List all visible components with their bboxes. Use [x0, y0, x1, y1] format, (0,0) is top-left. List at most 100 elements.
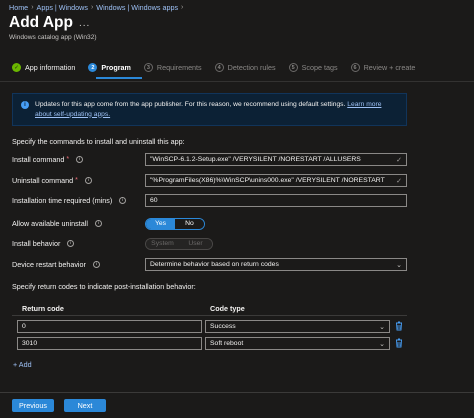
chevron-right-icon: ›: [31, 4, 34, 11]
uninstall-command-row: Uninstall command * i "%ProgramFiles(X86…: [12, 174, 407, 187]
chevron-down-icon: ⌄: [396, 261, 402, 269]
breadcrumb-windows-apps[interactable]: Windows | Windows apps: [96, 3, 178, 12]
info-icon[interactable]: i: [92, 261, 100, 268]
step-number-icon: 2: [88, 63, 98, 72]
chevron-down-icon: ⌄: [379, 340, 385, 348]
uninstall-command-input[interactable]: "%ProgramFiles(X86)%\WinSCP\unins000.exe…: [145, 174, 407, 187]
label-text: Install command: [12, 155, 65, 164]
install-command-value: "WinSCP-6.1.2-Setup.exe" /VERYSILENT /NO…: [150, 156, 361, 163]
install-behavior-row: Install behavior i System User: [12, 237, 407, 250]
more-options-icon[interactable]: ...: [79, 18, 90, 29]
info-icon[interactable]: i: [84, 177, 92, 184]
step-app-information[interactable]: ✓ App information: [12, 63, 75, 72]
info-icon: i: [21, 101, 29, 109]
code-type-value: Success: [210, 323, 236, 330]
step-scope-tags[interactable]: 5 Scope tags: [288, 63, 338, 72]
info-message: Updates for this app come from the app p…: [35, 101, 346, 108]
divider: [0, 81, 474, 82]
installation-time-input[interactable]: 60: [145, 194, 407, 207]
column-header-code-type: Code type: [210, 304, 245, 313]
breadcrumb-apps-windows[interactable]: Apps | Windows: [37, 3, 88, 12]
step-requirements[interactable]: 3 Requirements: [143, 63, 202, 72]
allow-uninstall-toggle[interactable]: Yes No: [145, 217, 205, 230]
installation-time-label: Installation time required (mins) i: [12, 196, 147, 205]
info-banner: i Updates for this app come from the app…: [12, 93, 407, 126]
page-title-row: Add App ...: [9, 14, 90, 32]
install-behavior-toggle: System User: [145, 237, 213, 250]
step-number-icon: 3: [143, 63, 153, 72]
trash-icon[interactable]: [395, 321, 403, 333]
label-text: Installation time required (mins): [12, 196, 113, 205]
label-text: Device restart behavior: [12, 260, 86, 269]
toggle-no[interactable]: No: [175, 218, 204, 229]
step-review-create[interactable]: 6 Review + create: [350, 63, 416, 72]
step-label: Review + create: [363, 63, 416, 72]
chevron-right-icon: ›: [90, 4, 94, 11]
code-type-select[interactable]: Success ⌄: [205, 320, 390, 333]
uninstall-command-label: Uninstall command * i: [12, 176, 147, 185]
step-label: Detection rules: [227, 63, 276, 72]
wizard-steps: ✓ App information 2 Program 3 Requiremen…: [12, 63, 428, 72]
commands-heading: Specify the commands to install and unin…: [12, 137, 185, 146]
label-text: Uninstall command: [12, 176, 74, 185]
info-icon[interactable]: i: [67, 240, 75, 247]
return-code-input[interactable]: 3010: [17, 337, 202, 350]
return-code-value: 0: [22, 323, 26, 330]
return-code-value: 3010: [22, 340, 38, 347]
step-program[interactable]: 2 Program: [88, 63, 131, 72]
step-label: Program: [101, 63, 131, 72]
step-number-icon: 4: [214, 63, 224, 72]
step-label: App information: [25, 63, 76, 72]
checkmark-icon: ✓: [396, 177, 402, 185]
allow-uninstall-row: Allow available uninstall i Yes No: [12, 217, 407, 230]
footer-divider: [0, 392, 474, 393]
table-header-divider: [12, 315, 407, 316]
step-number-icon: 5: [288, 63, 298, 72]
install-behavior-label: Install behavior i: [12, 239, 147, 248]
restart-behavior-label: Device restart behavior i: [12, 260, 147, 269]
page-subtitle: Windows catalog app (Win32): [9, 34, 97, 41]
code-type-value: Soft reboot: [210, 340, 244, 347]
trash-icon[interactable]: [395, 338, 403, 350]
column-header-return-code: Return code: [22, 304, 64, 313]
restart-behavior-select[interactable]: Determine behavior based on return codes…: [145, 258, 407, 271]
installation-time-row: Installation time required (mins) i 60: [12, 194, 407, 207]
chevron-right-icon: ›: [181, 4, 184, 11]
info-text: Updates for this app come from the app p…: [35, 100, 398, 119]
return-codes-heading: Specify return codes to indicate post-in…: [12, 282, 196, 291]
page-title: Add App: [9, 14, 73, 31]
next-button[interactable]: Next: [64, 399, 106, 412]
restart-behavior-value: Determine behavior based on return codes: [150, 261, 279, 268]
step-label: Requirements: [156, 63, 202, 72]
chevron-down-icon: ⌄: [379, 323, 385, 331]
label-text: Allow available uninstall: [12, 219, 88, 228]
restart-behavior-row: Device restart behavior i Determine beha…: [12, 258, 407, 271]
add-return-code-button[interactable]: + Add: [13, 360, 32, 369]
checkmark-icon: ✓: [396, 156, 402, 164]
toggle-user: User: [179, 238, 212, 249]
install-command-input[interactable]: "WinSCP-6.1.2-Setup.exe" /VERYSILENT /NO…: [145, 153, 407, 166]
info-icon[interactable]: i: [76, 156, 84, 163]
checkmark-icon: ✓: [12, 63, 21, 72]
breadcrumb: Home › Apps | Windows › Windows | Window…: [9, 3, 183, 12]
code-type-select[interactable]: Soft reboot ⌄: [205, 337, 390, 350]
allow-uninstall-label: Allow available uninstall i: [12, 219, 147, 228]
required-marker: *: [66, 156, 70, 163]
required-marker: *: [75, 177, 78, 184]
toggle-system: System: [146, 238, 179, 249]
uninstall-command-value: "%ProgramFiles(X86)%\WinSCP\unins000.exe…: [150, 177, 385, 184]
install-command-label: Install command * i: [12, 155, 147, 164]
info-icon[interactable]: i: [94, 220, 102, 227]
installation-time-value: 60: [150, 197, 158, 204]
label-text: Install behavior: [12, 239, 61, 248]
return-code-input[interactable]: 0: [17, 320, 202, 333]
info-icon[interactable]: i: [119, 197, 127, 204]
active-step-indicator: [96, 77, 142, 79]
step-label: Scope tags: [301, 63, 338, 72]
install-command-row: Install command * i "WinSCP-6.1.2-Setup.…: [12, 153, 407, 166]
breadcrumb-home[interactable]: Home: [9, 3, 28, 12]
step-number-icon: 6: [350, 63, 360, 72]
previous-button[interactable]: Previous: [12, 399, 54, 412]
step-detection-rules[interactable]: 4 Detection rules: [214, 63, 276, 72]
toggle-yes[interactable]: Yes: [146, 218, 175, 229]
